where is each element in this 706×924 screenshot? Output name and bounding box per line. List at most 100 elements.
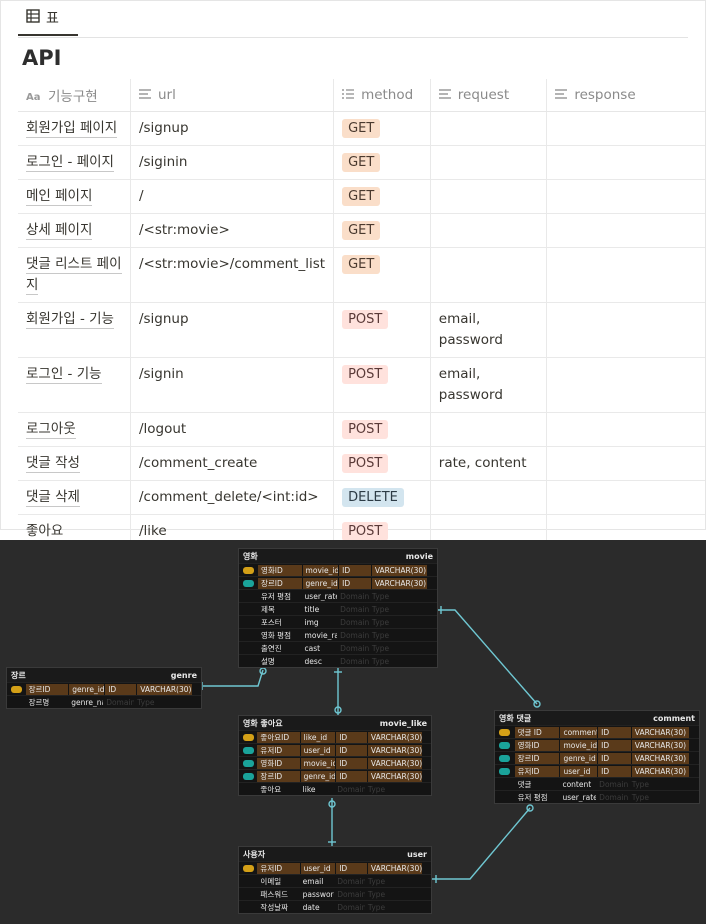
cell-response[interactable] [546,145,705,180]
cell-url[interactable]: /signin [129,357,334,413]
cell-url[interactable]: /comment_delete/<int:id> [129,480,334,515]
column-header-feature[interactable]: Aa 기능구현 [18,79,131,112]
cell-feature[interactable]: 로그아웃 [18,412,131,447]
column-header-request[interactable]: request [429,79,547,112]
entity-attribute-row[interactable]: 포스터 img Domain Type [239,615,437,628]
cell-feature[interactable]: 로그인 - 기능 [18,357,131,413]
entity-attribute-row[interactable]: 이메일 email Domain Type [239,874,431,887]
entity-attribute-row[interactable]: 댓글 content Domain Type [495,777,699,790]
row-title[interactable]: 댓글 리스트 페이지 [26,256,122,295]
cell-response[interactable] [546,412,705,447]
cell-url[interactable]: /logout [129,412,334,447]
cell-feature[interactable]: 로그인 - 페이지 [18,145,131,180]
entity-attribute-row[interactable]: 장르ID genre_id ID VARCHAR(30) [7,682,201,695]
row-title[interactable]: 메인 페이지 [26,188,93,206]
entity-comment[interactable]: 영화 댓글comment댓글 IDcomment_idIDVARCHAR(30)… [494,710,700,804]
cell-url[interactable]: /<str:movie> [129,213,334,248]
table-row[interactable]: 회원가입 페이지/signup GET [18,111,705,146]
column-header-method[interactable]: method [333,79,431,112]
cell-url[interactable]: /siginin [129,145,334,180]
cell-url[interactable]: /signup [129,302,334,358]
entity-attribute-row[interactable]: 패스워드 passwordDomainType [239,887,431,900]
cell-request[interactable] [429,480,547,515]
table-row[interactable]: 로그인 - 기능/signin POST email, password [18,357,705,413]
cell-response[interactable] [546,213,705,248]
entity-attribute-row[interactable]: 출연진 cast Domain Type [239,641,437,654]
cell-feature[interactable]: 회원가입 - 기능 [18,302,131,358]
cell-method[interactable]: GET [333,247,431,303]
entity-attribute-row[interactable]: 장르명 genre_nameDomainType [7,695,201,708]
entity-attribute-row[interactable]: 유저ID user_id ID VARCHAR(30) [239,743,431,756]
entity-attribute-row[interactable]: 영화ID movie_id ID VARCHAR(30) [239,563,437,576]
table-row[interactable]: 로그인 - 페이지/siginin GET [18,145,705,180]
cell-response[interactable] [546,480,705,515]
cell-response[interactable] [546,247,705,303]
cell-feature[interactable]: 댓글 작성 [18,446,131,481]
cell-feature[interactable]: 댓글 리스트 페이지 [18,247,131,303]
cell-method[interactable]: DELETE [333,480,431,515]
cell-feature[interactable]: 상세 페이지 [18,213,131,248]
row-title[interactable]: 회원가입 - 기능 [26,311,114,329]
entity-user[interactable]: 사용자 user 유저ID user_id ID VARCHAR(30) 이메일 email D… [238,846,432,914]
entity-attribute-row[interactable]: 영화ID movie_id ID VARCHAR(30) [495,738,699,751]
column-header-url[interactable]: url [129,79,334,112]
cell-url[interactable]: /<str:movie>/comment_list [129,247,334,303]
row-title[interactable]: 좋아요 [26,523,64,541]
cell-method[interactable]: POST [333,446,431,481]
entity-attribute-row[interactable]: 제목 title Domain Type [239,602,437,615]
row-title[interactable]: 로그아웃 [26,421,76,439]
entity-attribute-row[interactable]: 유저 평점 user_rate Domain Type [495,790,699,803]
cell-request[interactable] [429,111,547,146]
table-row[interactable]: 댓글 삭제/comment_delete/<int:id> DELETE [18,480,705,515]
cell-response[interactable] [546,446,705,481]
table-row[interactable]: 회원가입 - 기능/signup POST email, password [18,302,705,358]
cell-request[interactable] [429,247,547,303]
table-row[interactable]: 상세 페이지 /<str:movie> GET [18,213,705,248]
entity-attribute-row[interactable]: 영화IDmovie_id2IDVARCHAR(30) [239,756,431,769]
entity-attribute-row[interactable]: 영화 평점 movie_rateDomainType [239,628,437,641]
cell-request[interactable] [429,412,547,447]
entity-movie[interactable]: 영화 movie 영화ID movie_id ID VARCHAR(30) 장르ID genr… [238,548,438,668]
table-row[interactable]: 메인 페이지 / GET [18,179,705,214]
cell-method[interactable]: POST [333,412,431,447]
cell-request[interactable]: email, password [429,302,547,358]
cell-request[interactable]: email, password [429,357,547,413]
cell-method[interactable]: GET [333,145,431,180]
entity-attribute-row[interactable]: 좋아요 like Domain Type [239,782,431,795]
cell-method[interactable]: GET [333,111,431,146]
entity-genre[interactable]: 장르 genre 장르ID genre_id ID VARCHAR(30) 장르명 genre… [6,667,202,709]
row-title[interactable]: 회원가입 페이지 [26,120,118,138]
cell-feature[interactable]: 댓글 삭제 [18,480,131,515]
entity-attribute-row[interactable]: 작성날짜 date Domain Type [239,900,431,913]
entity-attribute-row[interactable]: 댓글 IDcomment_idIDVARCHAR(30) [495,725,699,738]
row-title[interactable]: 로그인 - 기능 [26,366,102,384]
entity-attribute-row[interactable]: 장르ID genre_id ID VARCHAR(30) [239,769,431,782]
row-title[interactable]: 댓글 삭제 [26,489,80,507]
cell-method[interactable]: POST [333,302,431,358]
table-row[interactable]: 댓글 작성/comment_create POST rate, content [18,446,705,481]
cell-request[interactable] [429,145,547,180]
cell-response[interactable] [546,357,705,413]
column-header-response[interactable]: response [546,79,705,112]
cell-method[interactable]: POST [333,357,431,413]
table-row[interactable]: 로그아웃/logout POST [18,412,705,447]
cell-method[interactable]: GET [333,213,431,248]
row-title[interactable]: 상세 페이지 [26,222,93,240]
entity-attribute-row[interactable]: 유저ID user_id ID VARCHAR(30) [239,861,431,874]
table-row[interactable]: 댓글 리스트 페이지 /<str:movie>/comment_list GET [18,247,705,303]
entity-attribute-row[interactable]: 장르ID genre_id ID VARCHAR(30) [239,576,437,589]
entity-attribute-row[interactable]: 좋아요ID like_id ID VARCHAR(30) [239,730,431,743]
entity-attribute-row[interactable]: 설명 desc Domain Type [239,654,437,667]
cell-response[interactable] [546,111,705,146]
row-title[interactable]: 댓글 작성 [26,455,80,473]
cell-url[interactable]: /comment_create [129,446,334,481]
cell-url[interactable]: /signup [129,111,334,146]
entity-attribute-row[interactable]: 유저ID user_id ID VARCHAR(30) [495,764,699,777]
tab-table[interactable]: 표 [26,7,59,29]
cell-feature[interactable]: 회원가입 페이지 [18,111,131,146]
cell-url[interactable]: / [129,179,334,214]
cell-request[interactable] [429,213,547,248]
cell-feature[interactable]: 메인 페이지 [18,179,131,214]
cell-request[interactable]: rate, content [429,446,547,481]
cell-response[interactable] [546,302,705,358]
